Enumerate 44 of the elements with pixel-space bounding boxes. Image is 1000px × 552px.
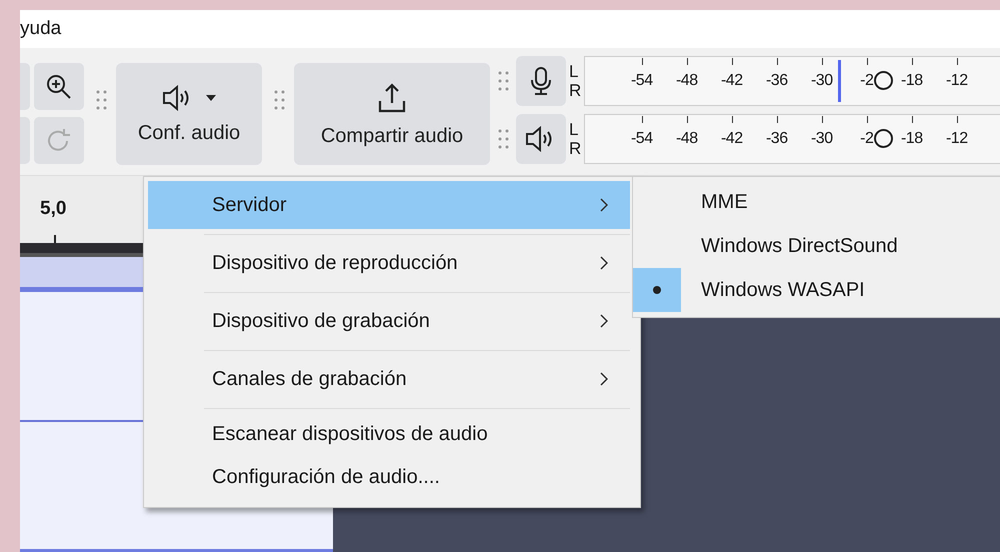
speaker-button[interactable] <box>516 114 566 164</box>
grip-icon <box>96 90 108 110</box>
scale-label: -2 <box>860 72 874 90</box>
menu-item[interactable]: Dispositivo de reproducción <box>148 239 630 287</box>
scale-label: -54 <box>630 72 653 90</box>
channel-label: R <box>569 81 582 100</box>
scale-label: -30 <box>810 130 833 148</box>
scale-label: -48 <box>676 72 698 90</box>
microphone-icon <box>530 66 552 96</box>
menu-item[interactable]: Dispositivo de grabación <box>148 297 630 345</box>
grip-icon <box>498 71 510 91</box>
scale-label: -54 <box>630 130 653 148</box>
scale-label: -18 <box>900 72 923 90</box>
scale-label: -42 <box>720 130 743 148</box>
audio-setup-button[interactable]: Conf. audio <box>116 63 262 165</box>
ruler-label: 5,0 <box>40 198 66 220</box>
grip-icon <box>498 129 510 149</box>
scale-label: -36 <box>766 130 788 148</box>
scale-label: -12 <box>946 130 968 148</box>
scale-label: -42 <box>720 72 743 90</box>
gain-slider-thumb[interactable] <box>874 129 893 148</box>
channel-label: L <box>569 120 580 139</box>
grip-icon <box>274 90 286 110</box>
menu-item[interactable]: Windows DirectSound <box>633 224 1000 268</box>
share-audio-button[interactable]: Compartir audio <box>294 63 490 165</box>
gain-slider-thumb[interactable] <box>874 71 893 90</box>
scale-label: -18 <box>900 130 923 148</box>
menu-item[interactable]: Canales de grabación <box>148 355 630 403</box>
menu-item[interactable]: Servidor <box>148 181 630 229</box>
channel-label: R <box>569 139 582 158</box>
scale-label: -2 <box>860 130 874 148</box>
microphone-button[interactable] <box>516 56 566 106</box>
toolbar-button[interactable] <box>34 63 84 110</box>
scale-label: -36 <box>766 72 788 90</box>
scale-label: -12 <box>946 72 968 90</box>
caret-icon <box>205 94 217 102</box>
menu-item[interactable]: MME <box>633 180 1000 224</box>
scale-label: -30 <box>810 72 833 90</box>
menu-item[interactable]: Windows WASAPI <box>633 268 1000 312</box>
channel-label: L <box>569 62 580 81</box>
menu-item[interactable]: Escanear dispositivos de audio <box>148 413 630 456</box>
menu-item[interactable]: Configuración de audio.... <box>148 456 630 499</box>
menu-item[interactable]: yuda <box>20 18 62 40</box>
scale-label: -48 <box>676 130 698 148</box>
